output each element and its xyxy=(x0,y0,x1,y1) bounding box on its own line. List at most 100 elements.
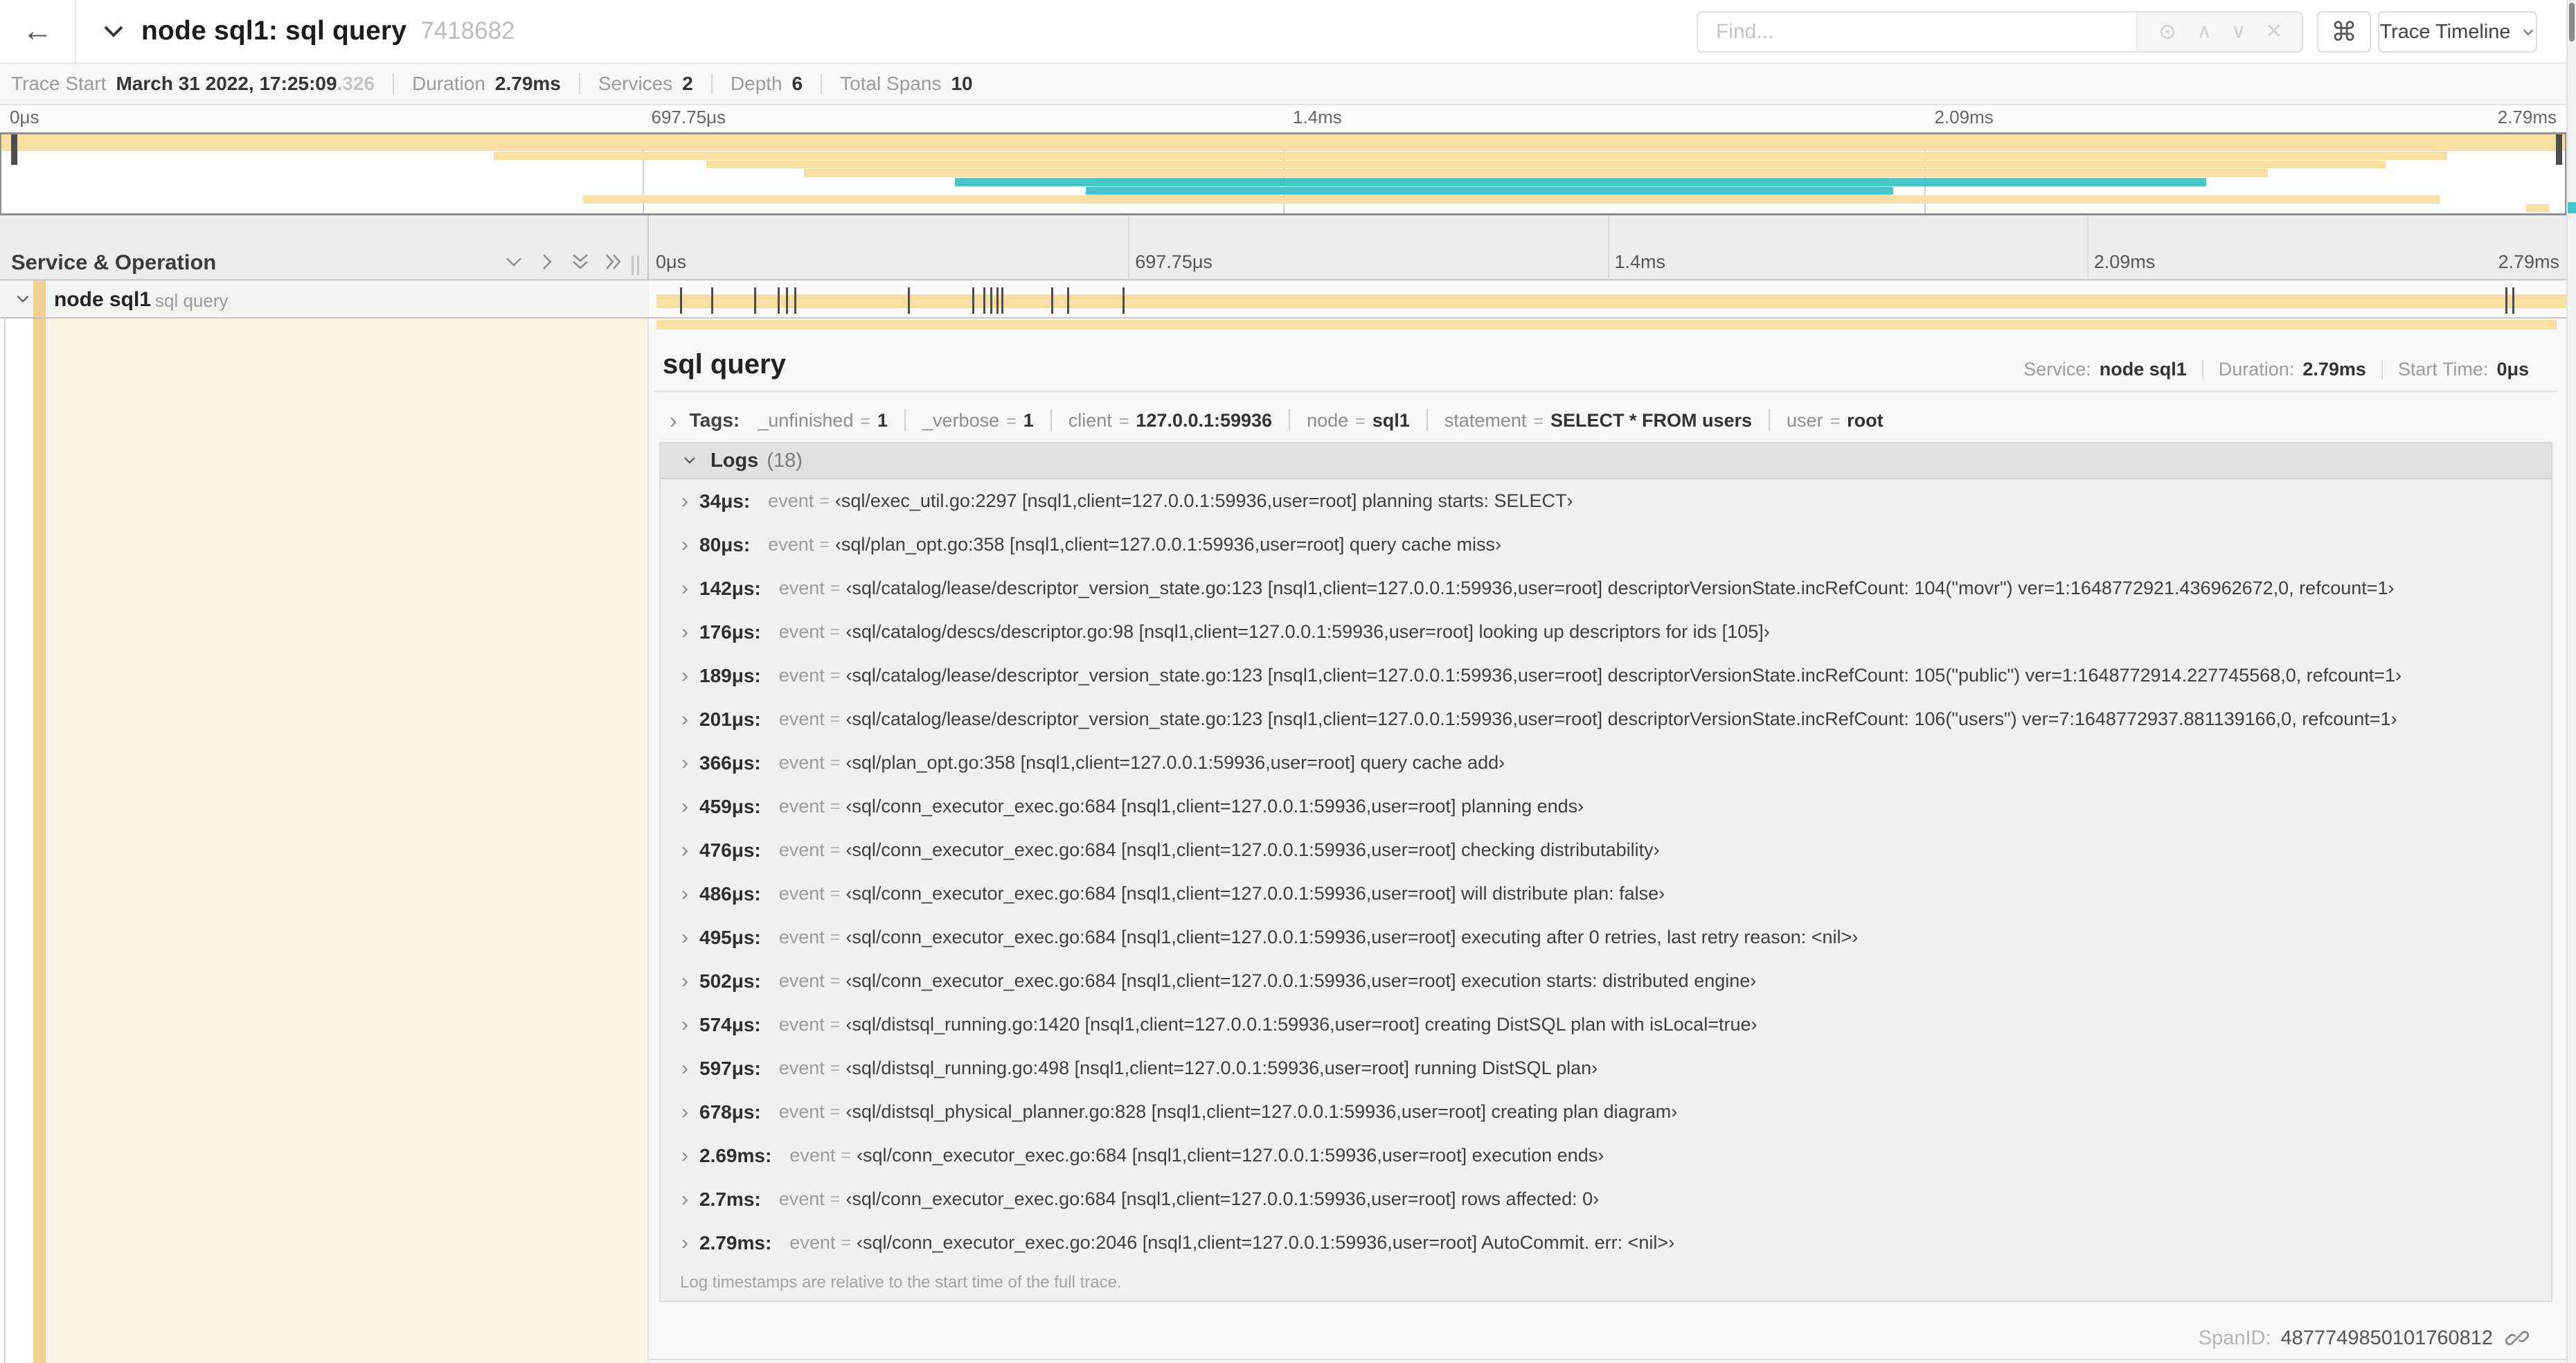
back-button[interactable]: ← xyxy=(0,0,76,62)
log-row[interactable]: › 142μs: event = ‹sql/catalog/lease/descript… xyxy=(661,567,2551,610)
logs-header[interactable]: Logs (18) xyxy=(661,443,2551,479)
tag-item[interactable]: _verbose = 1 xyxy=(922,410,1034,431)
top-bar: ← node sql1: sql query 7418682 ∧ ∨ ✕ ⌘ xyxy=(0,0,2576,64)
axis-tick-label: 697.75μs xyxy=(651,107,726,127)
log-row[interactable]: › 476μs: event = ‹sql/conn_executor_exec.go:… xyxy=(661,828,2551,872)
crosshair-icon[interactable] xyxy=(2157,21,2178,42)
log-row[interactable]: › 80μs: event = ‹sql/plan_opt.go:358 [nsql1,… xyxy=(661,523,2551,567)
collapse-all-icon[interactable] xyxy=(570,251,591,272)
tag-value: sql1 xyxy=(1372,409,1410,431)
page-scrollbar[interactable] xyxy=(2566,0,2576,1363)
minimap-span-bar xyxy=(1,134,2565,152)
tag-item[interactable]: statement = SELECT * FROM users xyxy=(1444,410,1752,431)
chevron-right-icon: › xyxy=(681,1143,688,1167)
command-icon: ⌘ xyxy=(2331,17,2357,47)
divider xyxy=(821,73,823,94)
span-row[interactable]: node sql1 sql query xyxy=(0,280,2566,319)
log-row[interactable]: › 2.79ms: event = ‹sql/conn_executor_exec.go… xyxy=(661,1221,2551,1265)
log-row[interactable]: › 366μs: event = ‹sql/plan_opt.go:358 [nsql1… xyxy=(661,741,2551,785)
chevron-up-icon[interactable]: ∧ xyxy=(2197,21,2212,42)
log-row[interactable]: › 189μs: event = ‹sql/catalog/lease/descript… xyxy=(661,654,2551,697)
divider xyxy=(1050,409,1052,431)
detail-meta-value: 2.79ms xyxy=(2302,359,2366,380)
meta-label: Depth xyxy=(730,73,782,94)
divider xyxy=(654,391,2557,392)
log-row[interactable]: › 34μs: event = ‹sql/exec_util.go:2297 [nsql… xyxy=(661,479,2551,523)
log-field-key: event xyxy=(778,621,825,642)
log-field-key: event xyxy=(778,578,825,598)
chevron-down-icon[interactable] xyxy=(101,19,126,44)
tag-value: 1 xyxy=(1023,409,1034,431)
logs-title: Logs xyxy=(710,449,759,472)
keyboard-shortcuts-button[interactable]: ⌘ xyxy=(2317,11,2371,53)
divider xyxy=(1289,409,1291,431)
trace-meta-item: Trace Start March 31 2022, 17:25:09.326 xyxy=(11,73,375,95)
chevron-right-icon: › xyxy=(681,1056,688,1080)
span-id-row: SpanID: 4877749850101760812 xyxy=(2199,1318,2529,1358)
minimap-right-handle[interactable] xyxy=(2556,134,2562,165)
log-timestamp: 176μs: xyxy=(699,621,761,643)
minimap-span-bar xyxy=(706,160,2386,169)
tag-item[interactable]: _unfinished = 1 xyxy=(758,410,888,431)
scrollbar-thumb[interactable] xyxy=(2569,3,2575,42)
detail-meta: Service: node sql1 Duration: 2.79ms Start Ti… xyxy=(2023,359,2529,380)
span-duration-bar[interactable] xyxy=(656,294,2566,308)
clear-icon[interactable]: ✕ xyxy=(2265,21,2282,42)
log-row[interactable]: › 678μs: event = ‹sql/distsql_physical_plann… xyxy=(661,1090,2551,1134)
divider xyxy=(1769,409,1771,431)
log-row[interactable]: › 2.7ms: event = ‹sql/conn_executor_exec.go:… xyxy=(661,1177,2551,1221)
equals-sign: = xyxy=(830,753,841,772)
log-row[interactable]: › 176μs: event = ‹sql/catalog/descs/descript… xyxy=(661,610,2551,654)
log-tick xyxy=(786,287,789,314)
view-selector-button[interactable]: Trace Timeline xyxy=(2378,11,2537,53)
log-row[interactable]: › 2.69ms: event = ‹sql/conn_executor_exec.go… xyxy=(661,1134,2551,1177)
log-row[interactable]: › 597μs: event = ‹sql/distsql_running.go:498… xyxy=(661,1046,2551,1090)
chevron-down-icon[interactable]: ∨ xyxy=(2231,21,2246,42)
equals-sign: = xyxy=(1355,411,1366,431)
chevron-right-icon: › xyxy=(681,925,688,949)
log-field-value: ‹sql/conn_executor_exec.go:684 [nsql1,cl… xyxy=(846,970,1757,991)
log-row[interactable]: › 495μs: event = ‹sql/conn_executor_exec.go:… xyxy=(661,916,2551,959)
log-tick xyxy=(996,287,999,314)
logs-rows: › 34μs: event = ‹sql/exec_util.go:2297 [nsql… xyxy=(661,479,2551,1265)
expand-all-icon[interactable] xyxy=(603,251,624,272)
log-field-value: ‹sql/plan_opt.go:358 [nsql1,client=127.0… xyxy=(846,752,1505,773)
tag-item[interactable]: node = sql1 xyxy=(1307,410,1410,431)
log-row[interactable]: › 574μs: event = ‹sql/distsql_running.go:142… xyxy=(661,1003,2551,1046)
log-field-key: event xyxy=(778,1014,825,1035)
log-timestamp: 201μs: xyxy=(699,708,761,730)
log-tick xyxy=(753,287,756,314)
minimap-canvas[interactable] xyxy=(0,132,2566,215)
chevron-down-icon[interactable] xyxy=(14,290,32,308)
log-row[interactable]: › 486μs: event = ‹sql/conn_executor_exec.go:… xyxy=(661,872,2551,916)
log-timestamp: 366μs: xyxy=(699,751,761,774)
equals-sign: = xyxy=(830,622,841,641)
collapse-one-icon[interactable] xyxy=(503,251,524,272)
tag-item[interactable]: client = 127.0.0.1:59936 xyxy=(1068,410,1272,431)
log-tick xyxy=(2505,287,2507,314)
log-row[interactable]: › 201μs: event = ‹sql/catalog/lease/descript… xyxy=(661,697,2551,741)
log-field-value: ‹sql/catalog/lease/descriptor_version_st… xyxy=(846,665,2402,686)
column-resize-grip[interactable] xyxy=(632,256,639,275)
timeline-axis: 0μs 697.75μs 1.4ms 2.09ms 2.79ms xyxy=(649,215,2566,279)
chevron-right-icon: › xyxy=(670,408,677,433)
trace-title-wrap: node sql1: sql query 7418682 xyxy=(101,0,515,62)
expand-one-icon[interactable] xyxy=(537,251,557,272)
collapse-controls xyxy=(503,251,624,272)
log-row[interactable]: › 459μs: event = ‹sql/conn_executor_exec.go:… xyxy=(661,785,2551,828)
find-input[interactable] xyxy=(1698,12,2136,51)
span-row-timeline[interactable] xyxy=(649,280,2566,317)
link-icon[interactable] xyxy=(2505,1326,2529,1350)
divider xyxy=(904,409,906,431)
log-field-value: ‹sql/distsql_running.go:1420 [nsql1,clie… xyxy=(846,1014,1757,1035)
minimap-left-handle[interactable] xyxy=(11,134,17,165)
divider xyxy=(578,73,580,94)
span-detail-panel: sql query Service: node sql1 Duration: 2.79… xyxy=(649,319,2566,1363)
tags-row[interactable]: › Tags: _unfinished = 1 _verbose = 1 client = 12… xyxy=(670,404,1884,436)
tag-item[interactable]: user = root xyxy=(1787,410,1884,431)
log-row[interactable]: › 502μs: event = ‹sql/conn_executor_exec.go:… xyxy=(661,959,2551,1003)
log-tick xyxy=(1066,287,1069,314)
left-edge-line xyxy=(4,319,6,1363)
equals-sign: = xyxy=(830,1058,841,1078)
log-field-value: ‹sql/conn_executor_exec.go:2046 [nsql1,c… xyxy=(856,1232,1675,1253)
